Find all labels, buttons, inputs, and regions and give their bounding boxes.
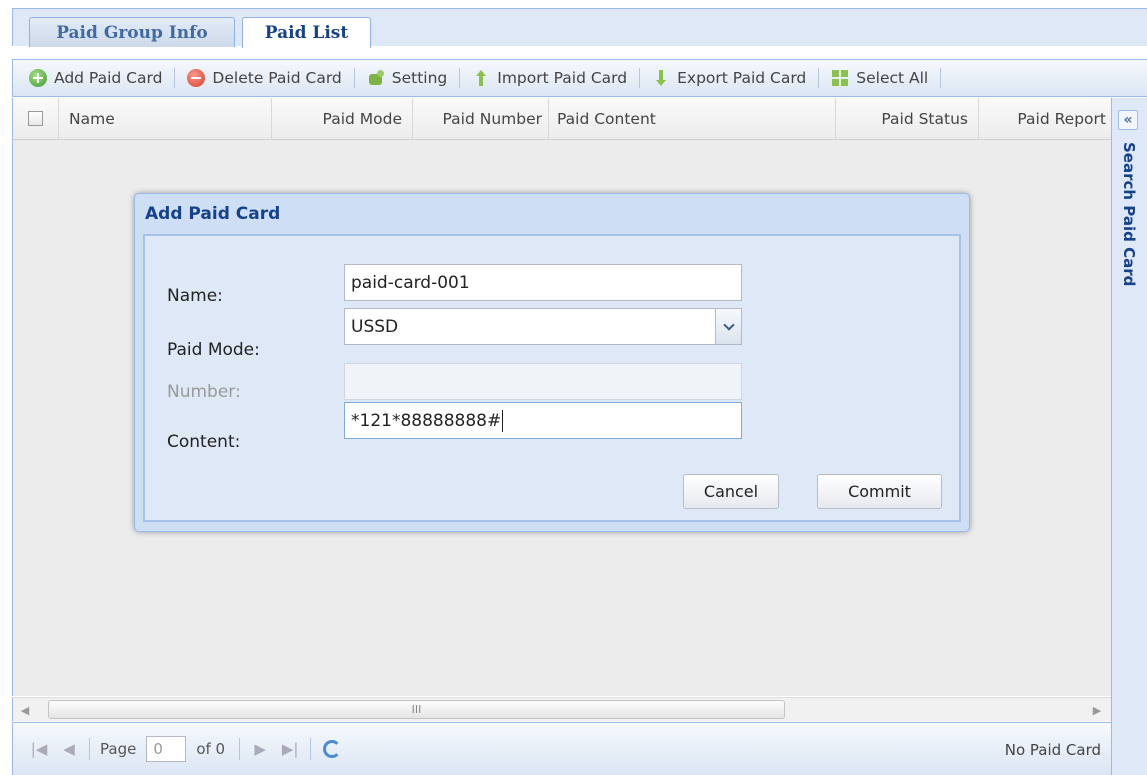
number-label: Number:	[167, 382, 241, 402]
page-count-label: of 0	[196, 740, 226, 758]
export-paid-card-label: Export Paid Card	[677, 69, 807, 87]
toolbar-separator	[353, 68, 355, 88]
import-paid-card-button[interactable]: Import Paid Card	[468, 69, 631, 87]
content-input-value: *121*88888888#	[351, 410, 502, 431]
dialog-form: Name: paid-card-001 Paid Mode: USSD Numb…	[143, 234, 961, 522]
expand-panel-button[interactable]: «	[1118, 110, 1138, 130]
name-label: Name:	[167, 286, 223, 306]
column-header-paid-content[interactable]: Paid Content	[549, 98, 836, 139]
setting-label: Setting	[391, 69, 448, 87]
dialog-title[interactable]: Add Paid Card	[145, 204, 280, 224]
toolbar: Add Paid Card Delete Paid Card Setting I…	[12, 59, 1147, 97]
arrow-up-icon	[472, 69, 490, 87]
add-paid-card-button[interactable]: Add Paid Card	[25, 69, 166, 87]
paid-mode-selected-value: USSD	[351, 316, 399, 337]
double-chevron-left-icon: «	[1123, 112, 1133, 128]
search-panel-title[interactable]: Search Paid Card	[1120, 142, 1138, 286]
header-checkbox[interactable]	[28, 111, 43, 126]
horizontal-scrollbar[interactable]: ◀ III ▶	[12, 697, 1111, 721]
pager-status: No Paid Card	[1004, 740, 1101, 759]
delete-paid-card-label: Delete Paid Card	[212, 69, 342, 87]
column-header-paid-number[interactable]: Paid Number	[413, 98, 549, 139]
toolbar-separator	[818, 68, 820, 88]
add-paid-card-label: Add Paid Card	[54, 69, 163, 87]
tab-bar: Paid Group Info Paid List	[12, 8, 1147, 48]
column-header-paid-mode[interactable]: Paid Mode	[272, 98, 413, 139]
scroll-right-arrow-icon[interactable]: ▶	[1087, 700, 1107, 720]
import-paid-card-label: Import Paid Card	[497, 69, 628, 87]
export-paid-card-button[interactable]: Export Paid Card	[648, 69, 810, 87]
grid-icon	[831, 69, 850, 87]
number-input	[344, 363, 742, 400]
header-select-all-checkbox-cell	[13, 98, 59, 139]
column-header-name[interactable]: Name	[59, 98, 272, 139]
paid-mode-label: Paid Mode:	[167, 340, 260, 360]
arrow-down-icon	[652, 69, 670, 87]
scroll-grip-icon: III	[411, 703, 422, 716]
scroll-left-arrow-icon[interactable]: ◀	[15, 700, 35, 720]
toolbar-separator	[639, 68, 641, 88]
toolbar-separator	[459, 68, 461, 88]
next-page-icon[interactable]: ▶	[250, 740, 270, 758]
pager-separator	[310, 738, 312, 760]
setting-button[interactable]: Setting	[363, 69, 452, 87]
add-icon	[29, 69, 47, 87]
page-label: Page	[100, 740, 137, 758]
paging-toolbar: |◀ ◀ Page of 0 ▶ ▶| No Paid Card	[12, 722, 1111, 775]
content-input[interactable]: *121*88888888#	[344, 402, 742, 439]
grid-header: Name Paid Mode Paid Number Paid Content …	[12, 98, 1111, 140]
toolbar-separator	[940, 68, 942, 88]
tab-paid-group-info[interactable]: Paid Group Info	[29, 17, 235, 47]
last-page-icon[interactable]: ▶|	[280, 740, 300, 758]
select-all-button[interactable]: Select All	[827, 69, 932, 87]
delete-paid-card-button[interactable]: Delete Paid Card	[183, 69, 345, 87]
dropdown-trigger[interactable]	[715, 309, 741, 344]
pager-separator	[239, 738, 241, 760]
commit-button[interactable]: Commit	[817, 474, 942, 509]
puzzle-icon	[367, 69, 385, 87]
previous-page-icon[interactable]: ◀	[59, 740, 79, 758]
select-all-label: Select All	[856, 69, 929, 87]
first-page-icon[interactable]: |◀	[29, 740, 49, 758]
content-label: Content:	[167, 432, 241, 452]
paid-mode-select[interactable]: USSD	[344, 308, 742, 345]
search-panel-collapsed: « Search Paid Card	[1111, 98, 1147, 775]
page-number-input[interactable]	[146, 736, 187, 762]
chevron-down-icon	[722, 318, 735, 331]
column-header-paid-report[interactable]: Paid Report	[979, 98, 1112, 139]
cancel-button[interactable]: Cancel	[683, 474, 779, 509]
scrollbar-thumb[interactable]: III	[48, 700, 785, 719]
add-paid-card-dialog: Add Paid Card Name: paid-card-001 Paid M…	[134, 193, 970, 532]
name-input-value: paid-card-001	[351, 272, 470, 293]
tab-paid-list[interactable]: Paid List	[242, 17, 371, 48]
pager-separator	[89, 738, 90, 760]
column-header-paid-status[interactable]: Paid Status	[836, 98, 979, 139]
delete-icon	[187, 69, 206, 87]
text-caret	[502, 409, 504, 432]
name-input[interactable]: paid-card-001	[344, 264, 742, 301]
refresh-icon[interactable]	[323, 740, 342, 758]
toolbar-separator	[174, 68, 176, 88]
